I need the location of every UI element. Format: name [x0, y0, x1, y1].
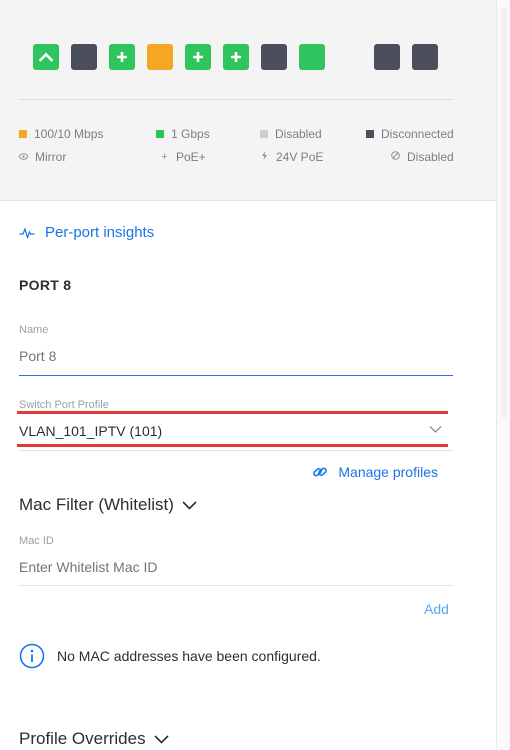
legend-poe-plus-label: PoE+ [176, 150, 206, 164]
legend-poe-plus: + PoE+ [160, 150, 206, 164]
legend-mirror: Mirror [19, 150, 66, 164]
port-10[interactable] [412, 44, 438, 70]
highlight-line-bottom [17, 444, 448, 447]
scrollbar-thumb[interactable] [501, 8, 507, 418]
legend-disconnected: Disconnected [366, 127, 454, 141]
chevron-down-icon [154, 734, 169, 744]
profile-select-underline [19, 450, 453, 451]
info-icon [19, 643, 45, 669]
legend-disabled-label: Disabled [275, 127, 322, 141]
poe-plus-icon [231, 52, 241, 62]
port-5[interactable] [185, 44, 211, 70]
legend-100mbps-label: 100/10 Mbps [34, 127, 104, 141]
manage-profiles-label: Manage profiles [338, 464, 438, 480]
legend-poe-disabled-label: Disabled [407, 150, 454, 164]
port-title: PORT 8 [19, 277, 72, 293]
port-6[interactable] [223, 44, 249, 70]
empty-mac-notice: No MAC addresses have been configured. [19, 643, 321, 669]
uplink-icon [39, 52, 53, 62]
switch-port-profile-label: Switch Port Profile [19, 399, 109, 411]
mac-id-input[interactable] [19, 559, 453, 575]
plus-icon: + [161, 151, 168, 163]
empty-mac-message: No MAC addresses have been configured. [57, 648, 321, 664]
port-1[interactable] [33, 44, 59, 70]
legend-disconnected-label: Disconnected [381, 127, 454, 141]
manage-profiles-link[interactable]: Manage profiles [312, 464, 438, 480]
legend-24v-poe: 24V PoE [260, 150, 323, 164]
poe-plus-icon [193, 52, 203, 62]
eye-icon [19, 151, 28, 163]
legend-mirror-label: Mirror [35, 150, 67, 164]
poe-plus-icon [117, 52, 127, 62]
switch-port-profile-select[interactable]: VLAN_101_IPTV (101) [19, 423, 162, 439]
pulse-icon [19, 226, 35, 239]
legend-disabled: Disabled [260, 127, 322, 141]
mac-id-label: Mac ID [19, 535, 54, 547]
per-port-insights-label: Per-port insights [45, 224, 155, 241]
chevron-down-icon[interactable] [429, 425, 442, 434]
legend-divider [19, 99, 453, 100]
port-9[interactable] [374, 44, 400, 70]
profile-overrides-heading: Profile Overrides [19, 729, 146, 748]
disabled-icon [391, 151, 400, 163]
port-7[interactable] [261, 44, 287, 70]
legend-24v-poe-label: 24V PoE [276, 150, 324, 164]
highlight-line-top [17, 411, 448, 414]
port-name-input[interactable] [19, 348, 453, 364]
link-icon [313, 467, 328, 477]
dark-swatch [366, 130, 374, 138]
bolt-icon [260, 151, 269, 163]
legend-1gbps-label: 1 Gbps [171, 127, 210, 141]
port-3[interactable] [109, 44, 135, 70]
port-4[interactable] [147, 44, 173, 70]
per-port-insights-link[interactable]: Per-port insights [19, 224, 154, 241]
gray-swatch [260, 130, 268, 138]
scrollbar[interactable] [496, 0, 510, 750]
orange-swatch [19, 130, 27, 138]
name-input-underline [19, 375, 453, 376]
mac-filter-toggle[interactable]: Mac Filter (Whitelist) [19, 495, 197, 515]
legend-100mbps: 100/10 Mbps [19, 127, 103, 141]
port-settings-panel: 100/10 Mbps 1 Gbps Disabled Disconnected… [0, 0, 497, 750]
profile-overrides-toggle[interactable]: Profile Overrides [19, 729, 169, 749]
name-field-label: Name [19, 324, 49, 336]
legend-1gbps: 1 Gbps [156, 127, 210, 141]
switch-ports-overview: 100/10 Mbps 1 Gbps Disabled Disconnected… [0, 0, 497, 201]
green-swatch [156, 130, 164, 138]
chevron-down-icon [182, 500, 197, 510]
port-2[interactable] [71, 44, 97, 70]
add-mac-button[interactable]: Add [424, 601, 449, 617]
mac-id-underline [19, 585, 453, 586]
mac-filter-heading: Mac Filter (Whitelist) [19, 495, 174, 514]
legend-poe-disabled: Disabled [391, 150, 454, 164]
port-8[interactable] [299, 44, 325, 70]
